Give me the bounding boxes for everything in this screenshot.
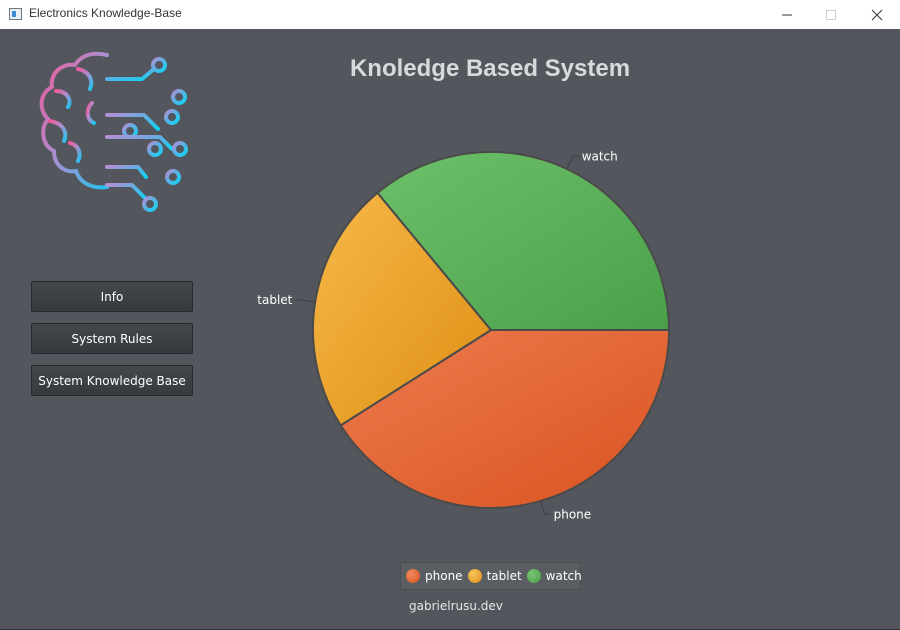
slice-label-phone: phone: [554, 507, 592, 521]
minimize-icon: [782, 14, 792, 15]
label-leader-tablet: [295, 299, 316, 303]
label-leader-watch: [566, 155, 579, 170]
legend-item-tablet: tablet: [467, 569, 522, 583]
main-panel: Info System Rules System Knowledge Base …: [0, 29, 900, 629]
app-icon: [9, 8, 22, 20]
legend-swatch-phone: [406, 569, 420, 583]
slice-label-watch: watch: [582, 149, 618, 163]
window-title: Electronics Knowledge-Base: [29, 6, 182, 20]
pie-chart: phone tablet watch: [257, 149, 671, 521]
legend-label-watch: watch: [545, 569, 582, 583]
footer-credit: gabrielrusu.dev: [409, 599, 503, 613]
legend-label-phone: phone: [425, 569, 463, 583]
slice-label-tablet: tablet: [257, 293, 292, 307]
legend-item-watch: watch: [526, 569, 582, 583]
minimize-button[interactable]: [764, 0, 810, 29]
legend-item-phone: phone: [406, 569, 463, 583]
maximize-button[interactable]: [808, 0, 854, 29]
title-bar: Electronics Knowledge-Base: [0, 0, 900, 29]
maximize-icon: [826, 9, 836, 20]
legend-swatch-watch: [526, 569, 541, 583]
close-button[interactable]: [854, 0, 900, 29]
legend-swatch-tablet: [467, 569, 482, 583]
close-icon: [871, 9, 883, 20]
chart-legend: phone tablet watch: [400, 562, 582, 590]
legend-label-tablet: tablet: [486, 569, 522, 583]
label-leader-phone: [540, 500, 551, 515]
